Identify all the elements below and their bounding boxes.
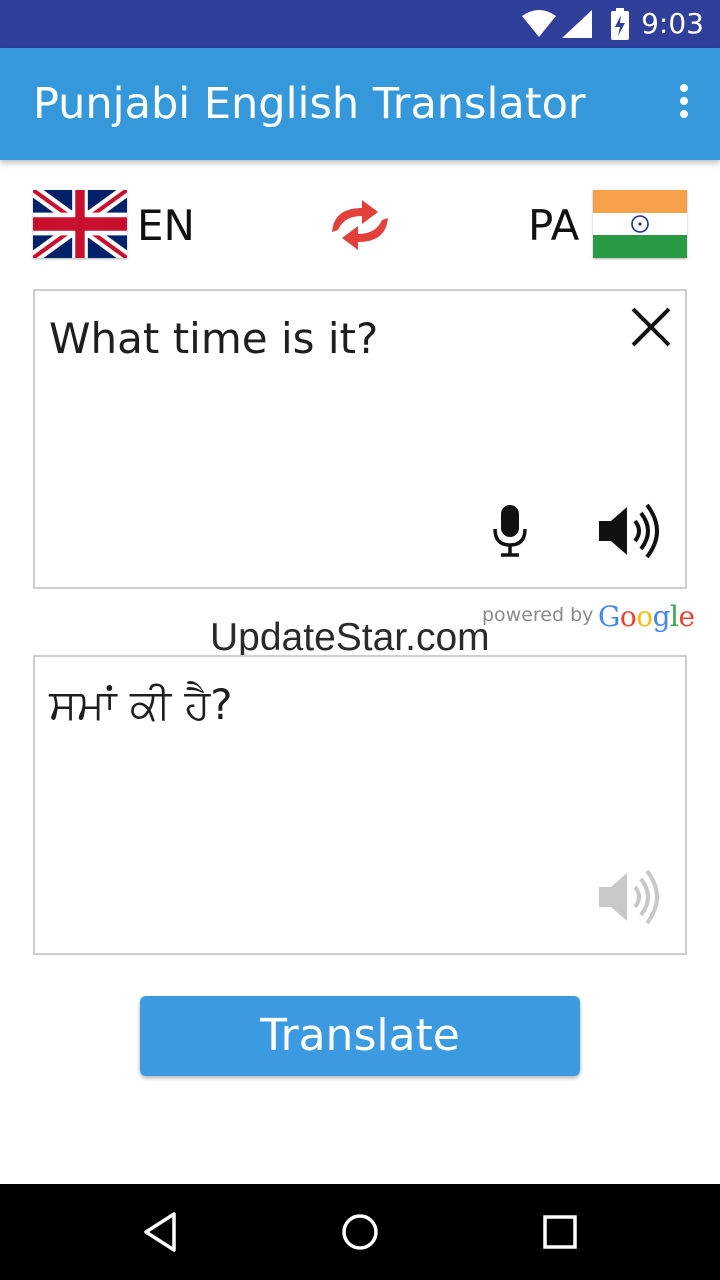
recents-icon[interactable]	[536, 1208, 584, 1256]
app-title: Punjabi English Translator	[33, 79, 586, 129]
source-text[interactable]: What time is it?	[49, 311, 378, 367]
translate-button[interactable]: Translate	[140, 996, 580, 1076]
source-language-code[interactable]: EN	[137, 200, 195, 252]
more-vert-icon[interactable]	[678, 84, 690, 124]
swap-arrows-icon[interactable]	[324, 196, 396, 254]
speaker-icon[interactable]	[595, 503, 665, 559]
close-icon[interactable]	[629, 305, 673, 349]
target-language-code[interactable]: PA	[528, 200, 579, 252]
translation-output-box: ਸਮਾਂ ਕੀ ਹੈ?	[33, 655, 687, 955]
battery-charging-icon	[611, 8, 629, 40]
language-selector-row: EN PA	[0, 186, 720, 262]
signal-icon	[562, 10, 592, 38]
india-flag-icon[interactable]	[593, 190, 687, 258]
status-bar: 9:03	[0, 0, 720, 48]
clock: 9:03	[641, 7, 704, 40]
speaker-icon-disabled[interactable]	[595, 869, 665, 925]
microphone-icon[interactable]	[489, 503, 531, 559]
app-bar: Punjabi English Translator	[0, 48, 720, 160]
watermark: UpdateStar.com	[210, 616, 490, 659]
source-text-box[interactable]: What time is it?	[33, 289, 687, 589]
navigation-bar	[0, 1184, 720, 1280]
back-icon[interactable]	[136, 1208, 184, 1256]
translated-text: ਸਮਾਂ ਕੀ ਹੈ?	[49, 680, 233, 729]
uk-flag-icon[interactable]	[33, 190, 127, 258]
powered-by-label: powered by	[482, 604, 594, 626]
wifi-icon	[522, 10, 556, 37]
home-icon[interactable]	[336, 1208, 384, 1256]
google-logo: Google	[598, 600, 695, 633]
